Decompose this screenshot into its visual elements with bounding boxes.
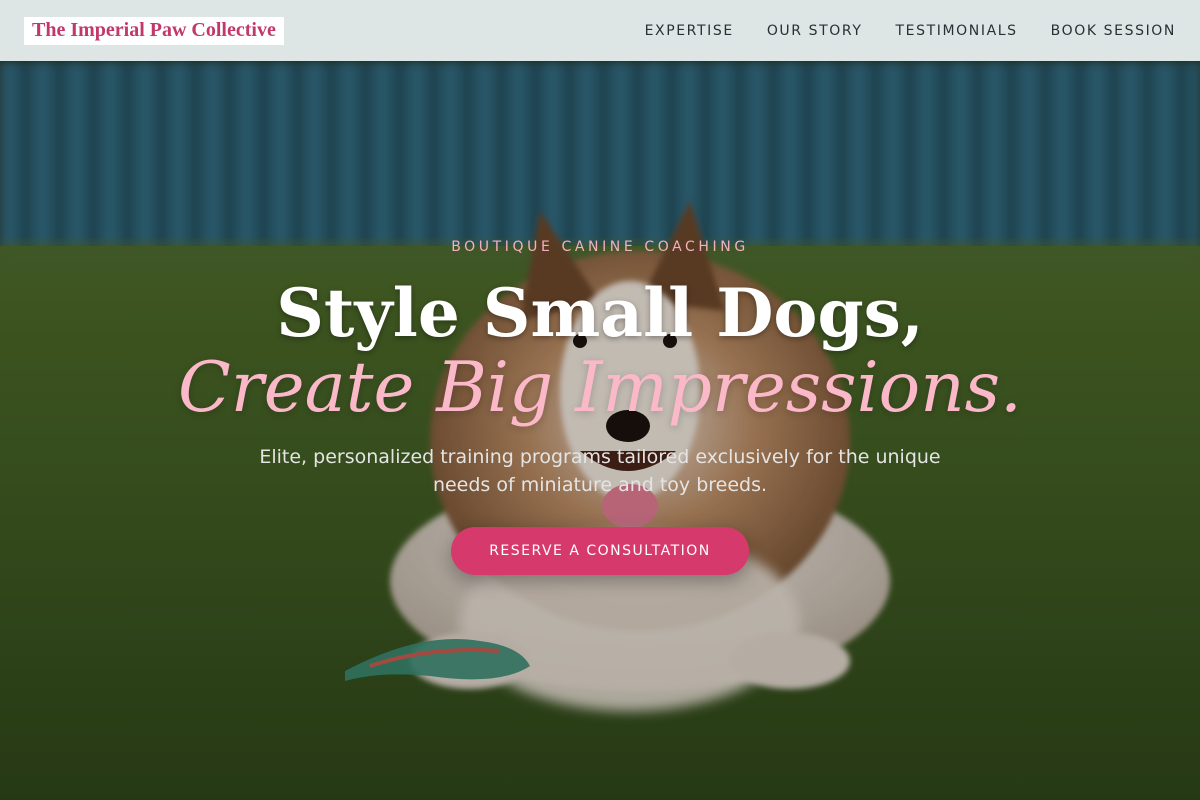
nav-link-testimonials[interactable]: TESTIMONIALS xyxy=(896,23,1018,39)
hero-headline-accent: Create Big Impressions. xyxy=(177,348,1022,428)
reserve-consultation-button[interactable]: RESERVE A CONSULTATION xyxy=(451,527,749,575)
nav-link-book-session[interactable]: BOOK SESSION xyxy=(1051,23,1176,39)
site-header: The Imperial Paw Collective EXPERTISE OU… xyxy=(0,0,1200,61)
nav-link-our-story[interactable]: OUR STORY xyxy=(767,23,863,39)
nav-link-expertise[interactable]: EXPERTISE xyxy=(645,23,734,39)
hero-headline: Style Small Dogs, xyxy=(276,274,924,352)
hero-headline-accent-wrap: Create Big Impressions. xyxy=(0,347,1200,429)
hero-overlay xyxy=(0,61,1200,800)
hero-eyebrow: BOUTIQUE CANINE COACHING xyxy=(451,239,749,255)
hero-subtext: Elite, personalized training programs ta… xyxy=(259,446,941,496)
brand-logo[interactable]: The Imperial Paw Collective xyxy=(24,16,284,45)
main-nav: EXPERTISE OUR STORY TESTIMONIALS BOOK SE… xyxy=(612,23,1176,39)
hero-section: BOUTIQUE CANINE COACHING Style Small Dog… xyxy=(0,61,1200,800)
